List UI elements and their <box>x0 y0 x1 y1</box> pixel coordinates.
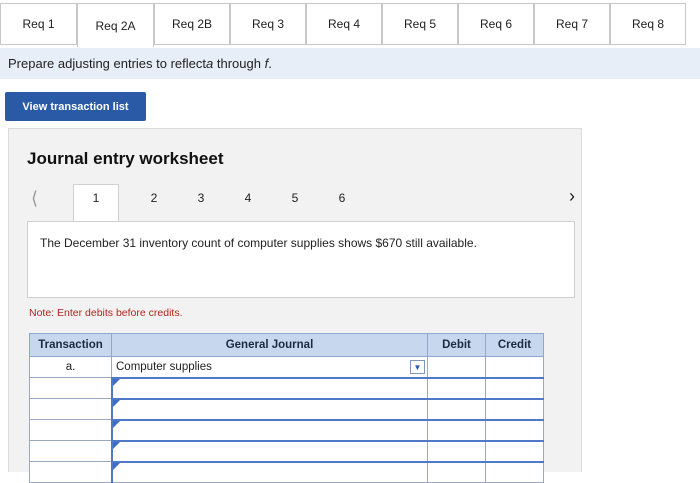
header-general-journal: General Journal <box>111 333 428 357</box>
debit-input[interactable] <box>427 460 486 483</box>
page-4[interactable]: 4 <box>240 191 256 205</box>
view-transaction-list-button[interactable]: View transaction list <box>5 92 146 121</box>
page-5[interactable]: 5 <box>287 191 303 205</box>
cell-marker-icon <box>112 441 120 449</box>
credit-input[interactable] <box>485 439 544 462</box>
transaction-cell <box>29 419 112 441</box>
tab-label: Req 3 <box>251 17 285 31</box>
account-select[interactable] <box>110 418 428 441</box>
debit-input[interactable] <box>427 439 486 462</box>
credit-input[interactable] <box>485 397 544 420</box>
table-row: a. Computer supplies ▼ <box>29 356 544 378</box>
instruction-prefix: Prepare adjusting entries to reflect <box>8 56 206 71</box>
instruction-a: a <box>206 56 214 71</box>
table-row <box>29 439 544 462</box>
account-select[interactable] <box>110 376 428 399</box>
description-text: The December 31 inventory count of compu… <box>40 236 477 250</box>
tab-label: Req 2B <box>171 17 213 31</box>
requirement-tab-bar: Req 1 Req 2A Req 2B Req 3 Req 4 Req 5 Re… <box>0 0 700 47</box>
tab-label: Req 2A <box>95 18 136 33</box>
account-select[interactable]: Computer supplies ▼ <box>111 356 428 378</box>
table-row <box>29 418 544 441</box>
tab-label: Req 1 <box>22 17 55 31</box>
transaction-cell <box>29 377 112 399</box>
tab-req-3[interactable]: Req 3 <box>230 3 306 45</box>
table-row <box>29 460 544 483</box>
cell-marker-icon <box>112 420 120 428</box>
debit-credit-note: Note: Enter debits before credits. <box>29 307 183 319</box>
worksheet-title: Journal entry worksheet <box>27 149 224 168</box>
transaction-cell <box>29 440 112 462</box>
transaction-cell: a. <box>29 356 112 378</box>
transaction-description: The December 31 inventory count of compu… <box>27 221 575 298</box>
debit-input[interactable] <box>427 418 486 441</box>
tab-req-2a[interactable]: Req 2A <box>77 3 154 47</box>
tab-req-7[interactable]: Req 7 <box>534 3 610 45</box>
chevron-left-icon[interactable]: ⟨ <box>31 188 38 209</box>
transaction-cell <box>29 398 112 420</box>
debit-input[interactable] <box>427 397 486 420</box>
account-value: Computer supplies <box>116 360 212 373</box>
instruction-bar: Prepare adjusting entries to reflect a t… <box>0 48 700 79</box>
credit-input[interactable] <box>485 418 544 441</box>
table-row <box>29 397 544 420</box>
page-6[interactable]: 6 <box>334 191 350 205</box>
journal-entry-worksheet: Journal entry worksheet ⟨ 1 2 3 4 5 6 › … <box>8 128 582 483</box>
tab-req-4[interactable]: Req 4 <box>306 3 382 45</box>
account-select[interactable] <box>110 460 428 483</box>
cell-marker-icon <box>112 378 120 386</box>
page-3[interactable]: 3 <box>193 191 209 205</box>
debit-input[interactable] <box>427 356 486 378</box>
credit-input[interactable] <box>485 356 544 378</box>
instruction-middle: through <box>213 56 265 71</box>
instruction-suffix: . <box>268 56 272 71</box>
tab-req-5[interactable]: Req 5 <box>382 3 458 45</box>
tab-req-6[interactable]: Req 6 <box>458 3 534 45</box>
tab-req-8[interactable]: Req 8 <box>610 3 686 45</box>
dropdown-arrow-icon[interactable]: ▼ <box>410 360 425 374</box>
account-select[interactable] <box>110 397 428 420</box>
tab-label: Req 4 <box>327 17 361 31</box>
account-select[interactable] <box>110 439 428 462</box>
header-debit: Debit <box>427 333 486 357</box>
journal-table: Transaction General Journal Debit Credit… <box>29 333 544 483</box>
cell-marker-icon <box>112 399 120 407</box>
transaction-cell <box>29 461 112 483</box>
credit-input[interactable] <box>485 376 544 399</box>
table-row <box>29 376 544 399</box>
chevron-right-icon[interactable]: › <box>569 186 575 207</box>
tab-label: Req 8 <box>631 17 665 31</box>
tab-label: Req 6 <box>479 17 513 31</box>
debit-input[interactable] <box>427 376 486 399</box>
page-1[interactable]: 1 <box>88 191 104 205</box>
cell-marker-icon <box>112 462 120 470</box>
header-credit: Credit <box>485 333 544 357</box>
header-transaction: Transaction <box>29 333 112 357</box>
credit-input[interactable] <box>485 460 544 483</box>
tab-req-1[interactable]: Req 1 <box>0 3 77 45</box>
tab-label: Req 5 <box>403 17 437 31</box>
page-2[interactable]: 2 <box>146 191 162 205</box>
tab-label: Req 7 <box>555 17 589 31</box>
tab-req-2b[interactable]: Req 2B <box>154 3 230 45</box>
